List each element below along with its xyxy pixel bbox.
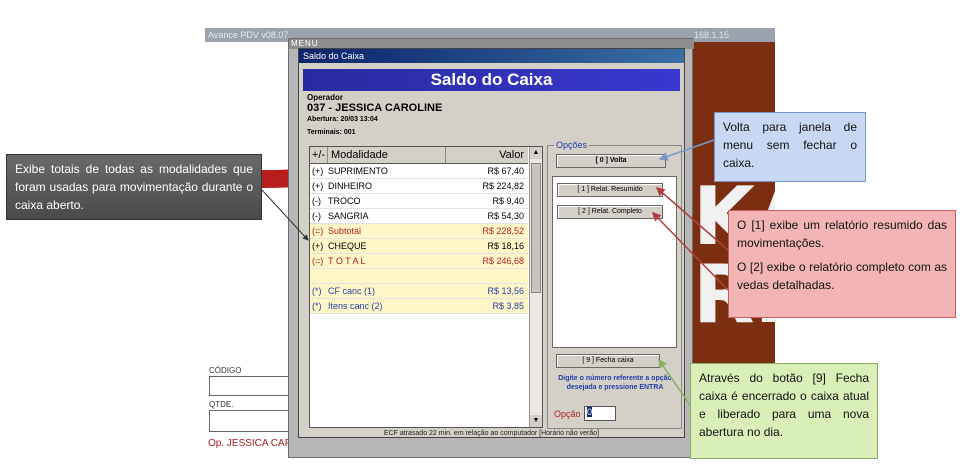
callout-relatorios: O [1] exibe um relatório resumido das mo… bbox=[728, 210, 956, 318]
arrow-left bbox=[261, 189, 309, 241]
callout-relat-2: O [2] exibe o relatório completo com as … bbox=[737, 260, 947, 292]
arrow-resumido bbox=[655, 187, 729, 251]
callout-totais: Exibe totais de todas as modalidades que… bbox=[6, 154, 262, 220]
arrow-fecha bbox=[658, 358, 691, 406]
callout-fecha-caixa: Através do botão [9] Fecha caixa é encer… bbox=[690, 363, 878, 459]
arrow-completo bbox=[651, 211, 729, 291]
callout-relat-1: O [1] exibe um relatório resumido das mo… bbox=[737, 218, 947, 250]
arrow-volta bbox=[658, 139, 715, 161]
callout-volta: Volta para janela de menu sem fechar o c… bbox=[714, 112, 866, 182]
